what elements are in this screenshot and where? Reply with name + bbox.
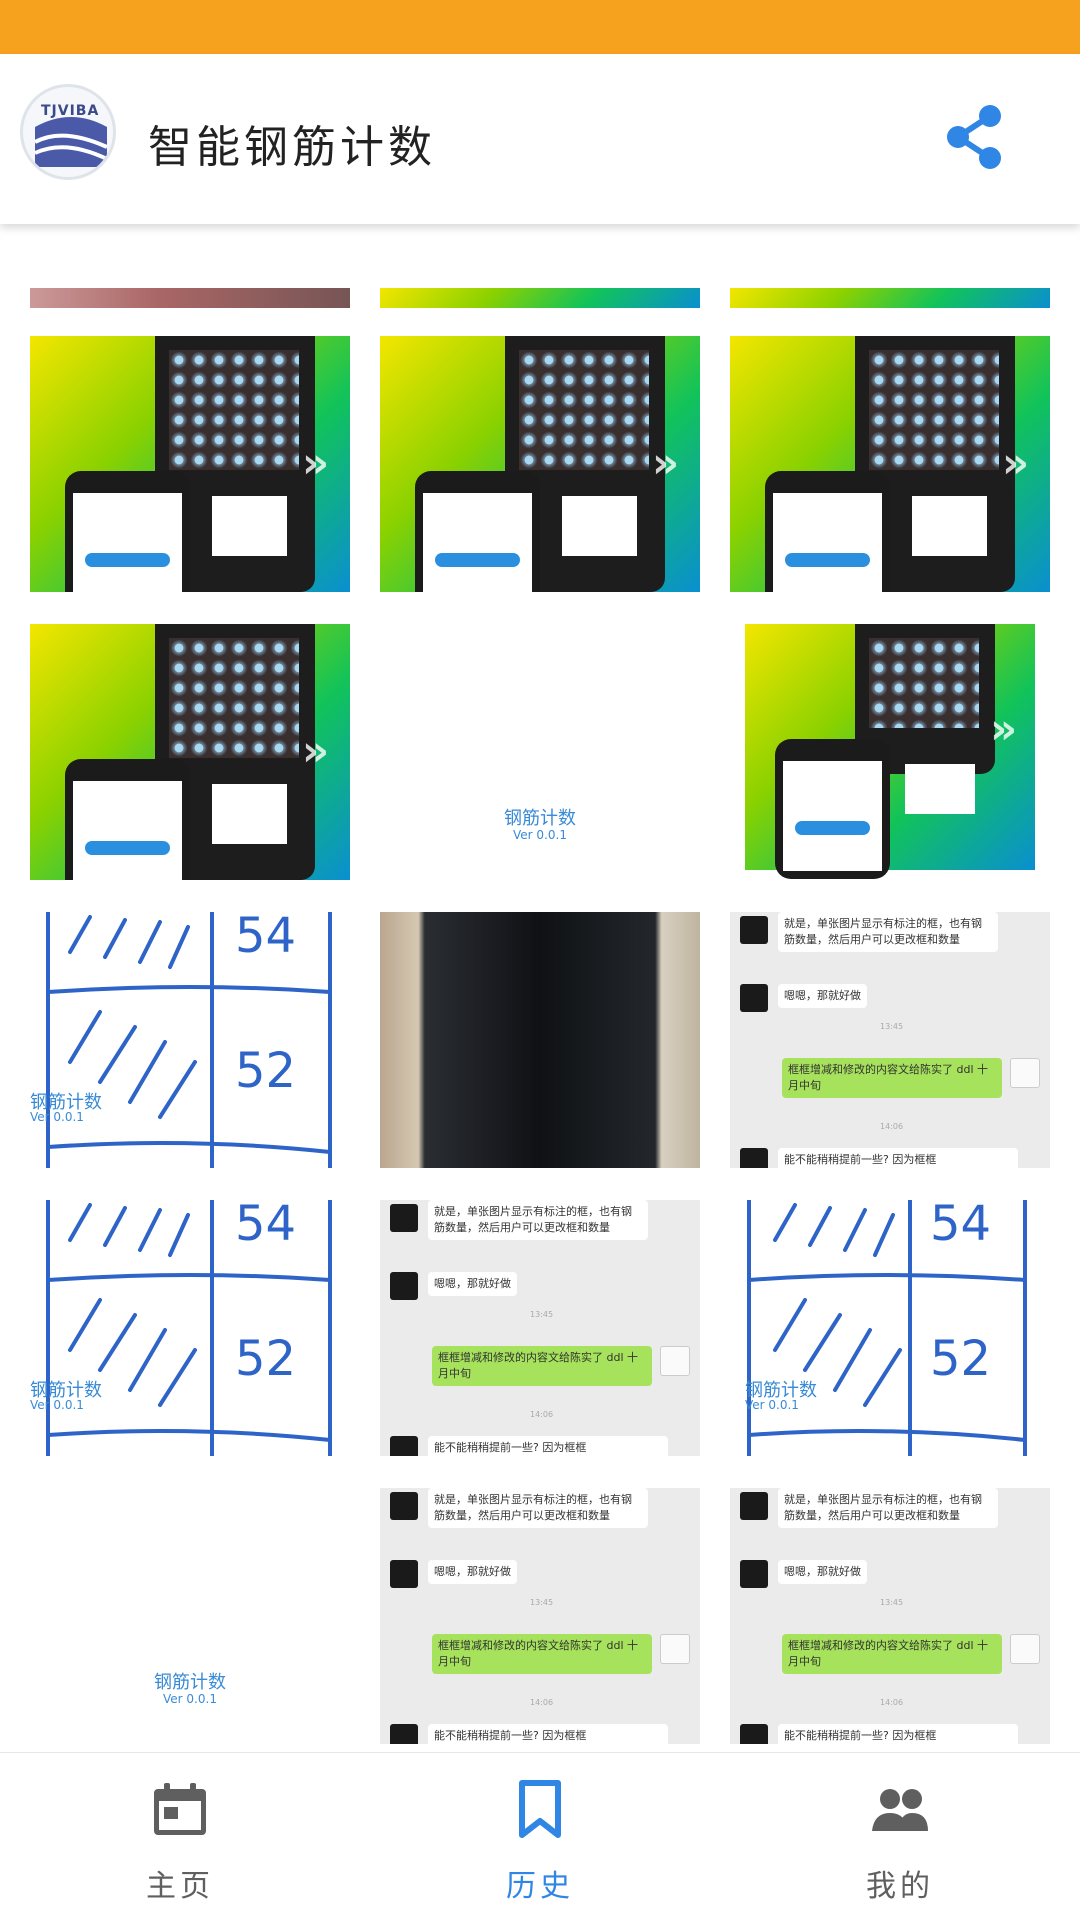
chevron-right-icon: »: [302, 726, 330, 775]
history-thumb[interactable]: 54 52 钢筋计数 Ver 0.0.1: [30, 912, 350, 1168]
history-thumb[interactable]: 就是，单张图片显示有标注的框，也有钢筋数量，然后用户可以更改框和数量 嗯嗯，那就…: [730, 912, 1050, 1168]
nav-label: 我的: [866, 1869, 934, 1904]
share-button[interactable]: [940, 102, 1010, 172]
nav-label: 主页: [146, 1869, 214, 1904]
bookmark-icon: [519, 1780, 561, 1838]
svg-text:54: 54: [930, 1200, 991, 1252]
placeholder-version: Ver 0.0.1: [163, 1692, 217, 1706]
placeholder-version: Ver 0.0.1: [745, 1398, 799, 1412]
chevron-right-icon: »: [302, 438, 330, 487]
nav-item-home[interactable]: 主页: [0, 1753, 360, 1921]
history-thumb[interactable]: »: [745, 624, 1035, 880]
history-thumb[interactable]: 就是，单张图片显示有标注的框，也有钢筋数量，然后用户可以更改框和数量 嗯嗯，那就…: [380, 1488, 700, 1744]
history-thumb[interactable]: 54 52 钢筋计数 Ver 0.0.1: [745, 1200, 1035, 1456]
history-thumb[interactable]: [730, 288, 1050, 308]
svg-text:54: 54: [235, 1200, 296, 1252]
share-icon: [947, 105, 1001, 169]
history-thumb[interactable]: 就是，单张图片显示有标注的框，也有钢筋数量，然后用户可以更改框和数量 嗯嗯，那就…: [380, 1200, 700, 1456]
history-thumb[interactable]: [30, 288, 350, 308]
history-thumb[interactable]: »: [380, 336, 700, 592]
history-thumb[interactable]: [380, 288, 700, 308]
calendar-icon: [154, 1783, 206, 1835]
status-bar: [0, 0, 1080, 54]
history-thumb-placeholder[interactable]: 钢筋计数 Ver 0.0.1: [30, 1488, 350, 1744]
history-thumb[interactable]: »: [30, 336, 350, 592]
history-thumb-placeholder[interactable]: 钢筋计数 Ver 0.0.1: [380, 624, 700, 880]
app-title: 智能钢筋计数: [148, 122, 436, 173]
placeholder-title: 钢筋计数: [154, 1672, 226, 1693]
nav-label: 历史: [506, 1869, 574, 1904]
chevron-right-icon: »: [1002, 438, 1030, 487]
svg-text:54: 54: [235, 912, 296, 964]
history-thumb[interactable]: 54 52 钢筋计数 Ver 0.0.1: [30, 1200, 350, 1456]
nav-item-history[interactable]: 历史: [360, 1753, 720, 1921]
history-thumb[interactable]: 就是，单张图片显示有标注的框，也有钢筋数量，然后用户可以更改框和数量 嗯嗯，那就…: [730, 1488, 1050, 1744]
history-grid[interactable]: » » » » 钢筋计数 Ver 0.0.1 » 54 52 钢筋计数 Ver …: [0, 224, 1080, 1752]
placeholder-title: 钢筋计数: [504, 808, 576, 829]
app-logo: TJVIBA: [20, 84, 116, 180]
placeholder-version: Ver 0.0.1: [513, 828, 567, 842]
placeholder-version: Ver 0.0.1: [30, 1398, 84, 1412]
logo-text: TJVIBA: [41, 103, 100, 119]
nav-item-profile[interactable]: 我的: [720, 1753, 1080, 1921]
people-icon: [872, 1789, 928, 1831]
history-thumb[interactable]: »: [730, 336, 1050, 592]
app-bar: TJVIBA 智能钢筋计数: [0, 54, 1080, 224]
chevron-right-icon: »: [990, 704, 1018, 753]
bottom-nav: 主页 历史 我的: [0, 1752, 1080, 1920]
history-thumb[interactable]: [380, 912, 700, 1168]
placeholder-version: Ver 0.0.1: [30, 1110, 84, 1124]
chevron-right-icon: »: [652, 438, 680, 487]
history-thumb[interactable]: »: [30, 624, 350, 880]
